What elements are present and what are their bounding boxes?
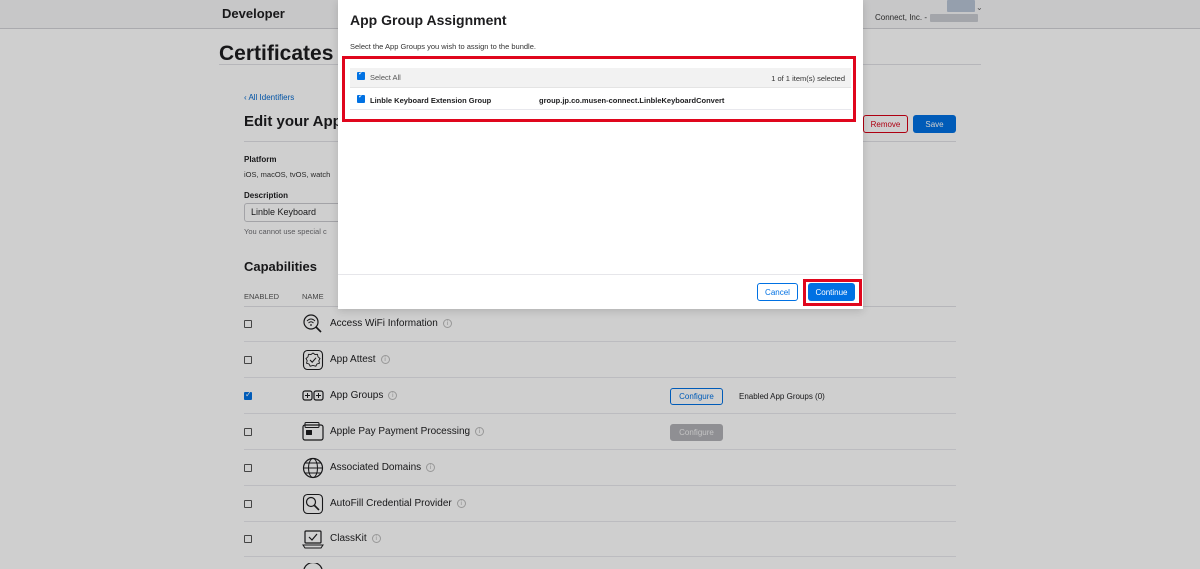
dialog-footer-divider	[338, 274, 863, 275]
continue-button[interactable]: Continue	[808, 283, 855, 301]
table-row[interactable]: Linble Keyboard Extension Group group.jp…	[350, 89, 851, 110]
app-group-assignment-dialog: App Group Assignment Select the App Grou…	[338, 0, 863, 309]
dialog-title: App Group Assignment	[350, 12, 507, 28]
app-group-name: Linble Keyboard Extension Group	[370, 96, 492, 105]
table-header-row: Select All 1 of 1 item(s) selected	[350, 68, 851, 88]
selected-count: 1 of 1 item(s) selected	[771, 74, 845, 83]
select-all-checkbox[interactable]	[357, 69, 365, 80]
select-all-label[interactable]: Select All	[370, 73, 401, 82]
app-group-identifier: group.jp.co.musen-connect.LinbleKeyboard…	[539, 96, 725, 105]
dialog-subtitle: Select the App Groups you wish to assign…	[350, 42, 536, 51]
cancel-button[interactable]: Cancel	[757, 283, 798, 301]
app-group-checkbox[interactable]	[357, 92, 365, 103]
